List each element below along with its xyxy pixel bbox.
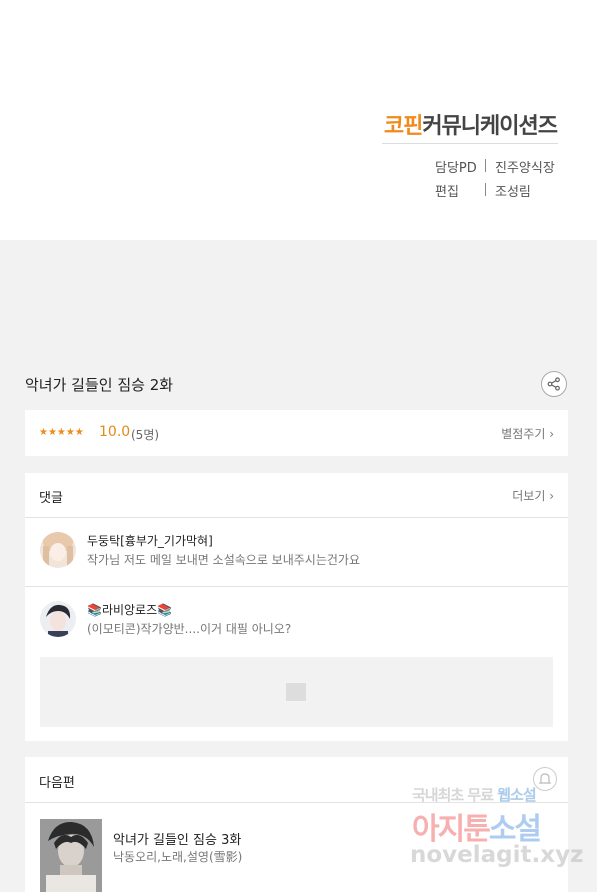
comment-author[interactable]: 두둥탁[흉부가_기가막혀]	[87, 532, 213, 549]
avatar	[40, 532, 76, 568]
comments-title: 댓글	[39, 491, 63, 506]
share-button[interactable]	[541, 371, 567, 397]
rating-card: ★★★★★ 10.0 (5명) 별점주기 ›	[25, 410, 568, 456]
watermark-line-3: novelagit.xyz	[410, 842, 584, 868]
credit-row-pd: 담당PD 진주양식장	[435, 157, 555, 176]
rating-score: 10.0	[99, 424, 131, 440]
image-placeholder-icon	[286, 683, 306, 701]
credit-label: 담당PD	[435, 161, 477, 176]
comment-image-placeholder[interactable]	[40, 657, 553, 727]
comment-text: 작가님 저도 메일 보내면 소설속으로 보내주시는건가요	[87, 553, 360, 567]
star-rating: ★★★★★	[39, 427, 84, 438]
rating-count: (5명)	[131, 428, 160, 442]
next-episode-thumbnail[interactable]	[40, 819, 102, 892]
credit-row-editor: 편집 조성림	[435, 181, 531, 200]
episode-title: 악녀가 길들인 짐승 2화	[25, 376, 174, 394]
watermark-line-1: 국내최초 무료 웹소설	[412, 786, 537, 804]
credit-value: 진주양식장	[495, 161, 555, 176]
next-episode-authors: 낙동오리,노래,설영(雪影)	[113, 850, 243, 864]
header-area: 코핀커뮤니케이션즈 담당PD 진주양식장 편집 조성림	[0, 0, 597, 240]
publisher-divider	[382, 143, 558, 144]
credit-separator	[485, 159, 486, 172]
credit-label: 편집	[435, 185, 459, 200]
next-episode-name[interactable]: 악녀가 길들인 짐승 3화	[113, 829, 241, 848]
next-episode-title: 다음편	[39, 776, 75, 791]
bell-icon	[538, 773, 552, 784]
credit-value: 조성림	[495, 185, 531, 200]
comments-section: 댓글 더보기 › 두둥탁[흉부가_기가막혀] 작가님 저도 메일 보내면 소설속…	[25, 473, 568, 741]
comment-text: (이모티콘)작가양반....이거 대필 아니오?	[87, 622, 292, 636]
more-comments-link[interactable]: 더보기 ›	[512, 487, 554, 504]
publisher-logo: 코핀커뮤니케이션즈	[383, 114, 558, 139]
rate-button[interactable]: 별점주기 ›	[501, 425, 554, 442]
divider	[25, 517, 568, 518]
divider	[25, 586, 568, 587]
notification-button[interactable]	[533, 767, 557, 791]
share-icon	[547, 377, 560, 391]
comment-author[interactable]: 📚라비앙로즈📚	[87, 601, 172, 618]
avatar	[40, 601, 76, 637]
credit-separator	[485, 183, 486, 196]
